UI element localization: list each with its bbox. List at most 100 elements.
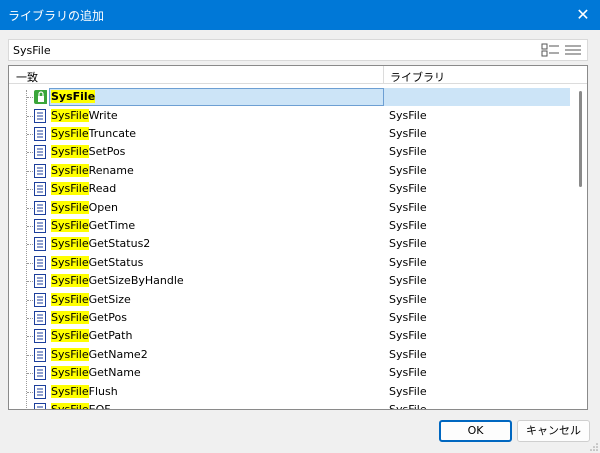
function-document-icon — [34, 108, 46, 123]
cancel-button[interactable]: キャンセル — [517, 420, 590, 442]
scrollbar-thumb[interactable] — [579, 91, 582, 187]
list-item[interactable]: SysFileGetName2 SysFile — [9, 346, 569, 364]
item-library: SysFile — [389, 126, 427, 140]
window-title: ライブラリの追加 — [8, 9, 105, 23]
column-header: 一致 ライブラリ — [9, 66, 587, 84]
function-document-icon — [34, 366, 46, 381]
list-view-icon[interactable] — [563, 43, 583, 57]
item-name: SysFileWrite — [51, 108, 118, 122]
list-item[interactable]: SysFileGetStatus SysFile — [9, 254, 569, 272]
list-item[interactable]: SysFileOpen SysFile — [9, 199, 569, 217]
column-header-library[interactable]: ライブラリ — [390, 69, 445, 85]
item-name: SysFileGetStatus — [51, 255, 144, 269]
search-box — [8, 39, 588, 61]
match-text: SysFile — [51, 255, 89, 269]
match-text: SysFile — [51, 218, 89, 232]
function-document-icon — [34, 347, 46, 362]
match-text: SysFile — [51, 108, 89, 122]
item-name: SysFileGetSize — [51, 292, 131, 306]
list-item[interactable]: SysFileGetTime SysFile — [9, 217, 569, 235]
item-library: SysFile — [389, 237, 427, 251]
tree-view-icon[interactable] — [541, 43, 561, 57]
selection-highlight — [384, 88, 570, 106]
rest-text: EOF — [88, 402, 111, 410]
results-list[interactable]: 一致 ライブラリ SysFile SysFileWrite SysFile SysF… — [8, 65, 588, 410]
item-library: SysFile — [389, 274, 427, 288]
item-library: SysFile — [389, 108, 427, 122]
match-text: SysFile — [51, 347, 89, 361]
item-name: SysFileOpen — [51, 200, 118, 214]
item-name: SysFileRename — [51, 163, 134, 177]
rest-text: Rename — [88, 163, 134, 177]
item-name: SysFileGetName2 — [51, 347, 148, 361]
match-text: SysFile — [51, 182, 89, 196]
rest-text: GetSize — [88, 292, 131, 306]
rest-text: GetPos — [88, 310, 127, 324]
list-item[interactable]: SysFileGetPos SysFile — [9, 309, 569, 327]
match-text: SysFile — [51, 274, 89, 288]
list-item[interactable]: SysFileGetSizeByHandle SysFile — [9, 272, 569, 290]
item-name: SysFile — [51, 90, 96, 103]
match-text: SysFile — [51, 200, 89, 214]
function-document-icon — [34, 126, 46, 141]
function-document-icon — [34, 145, 46, 160]
list-item[interactable]: SysFileGetPath SysFile — [9, 327, 569, 345]
list-item[interactable]: SysFileGetStatus2 SysFile — [9, 235, 569, 253]
match-text: SysFile — [51, 366, 89, 380]
list-item[interactable]: SysFileGetName SysFile — [9, 364, 569, 382]
vertical-scrollbar[interactable] — [575, 85, 587, 409]
tree-root-item[interactable]: SysFile — [9, 88, 570, 106]
item-name: SysFileGetPos — [51, 310, 127, 324]
match-text: SysFile — [51, 384, 89, 398]
match-text: SysFile — [51, 402, 89, 409]
list-item[interactable]: SysFileWrite SysFile — [9, 107, 569, 125]
item-name: SysFileSetPos — [51, 145, 125, 159]
function-document-icon — [34, 163, 46, 178]
rest-text: GetStatus2 — [88, 237, 151, 251]
function-document-icon — [34, 237, 46, 252]
item-library: SysFile — [389, 145, 427, 159]
list-item[interactable]: SysFileGetSize SysFile — [9, 291, 569, 309]
search-input[interactable] — [13, 42, 513, 58]
rest-text: GetStatus — [88, 255, 144, 269]
rest-text: GetName — [88, 366, 141, 380]
item-name: SysFileTruncate — [51, 126, 137, 140]
list-item[interactable]: SysFileRead SysFile — [9, 180, 569, 198]
rest-text: GetName2 — [88, 347, 148, 361]
item-name: SysFileGetPath — [51, 329, 132, 343]
item-name: SysFileRead — [51, 182, 116, 196]
item-library: SysFile — [389, 292, 427, 306]
ok-button[interactable]: OK — [439, 420, 512, 442]
rest-text: Write — [88, 108, 118, 122]
function-document-icon — [34, 274, 46, 289]
item-library: SysFile — [389, 200, 427, 214]
list-item[interactable]: SysFileEOF SysFile — [9, 401, 569, 410]
item-name: SysFileFlush — [51, 384, 118, 398]
match-text: SysFile — [51, 163, 89, 177]
list-item[interactable]: SysFileSetPos SysFile — [9, 143, 569, 161]
match-text: SysFile — [51, 329, 89, 343]
column-divider[interactable] — [383, 66, 384, 84]
match-text: SysFile — [51, 90, 96, 103]
function-document-icon — [34, 310, 46, 325]
item-name: SysFileEOF — [51, 402, 111, 410]
item-library: SysFile — [389, 182, 427, 196]
match-text: SysFile — [51, 292, 89, 306]
item-library: SysFile — [389, 366, 427, 380]
list-item[interactable]: SysFileTruncate SysFile — [9, 125, 569, 143]
match-text: SysFile — [51, 237, 89, 251]
item-library: SysFile — [389, 255, 427, 269]
item-library: SysFile — [389, 384, 427, 398]
resize-grip-icon[interactable] — [590, 443, 598, 451]
function-document-icon — [34, 182, 46, 197]
item-library: SysFile — [389, 329, 427, 343]
rest-text: Truncate — [88, 126, 137, 140]
list-item[interactable]: SysFileRename SysFile — [9, 162, 569, 180]
title-bar: ライブラリの追加 ✕ — [0, 0, 600, 30]
selection-edit-box — [49, 88, 384, 106]
close-icon[interactable]: ✕ — [566, 0, 600, 30]
column-header-match[interactable]: 一致 — [16, 69, 38, 85]
item-name: SysFileGetSizeByHandle — [51, 274, 184, 288]
list-item[interactable]: SysFileFlush SysFile — [9, 383, 569, 401]
match-text: SysFile — [51, 145, 89, 159]
